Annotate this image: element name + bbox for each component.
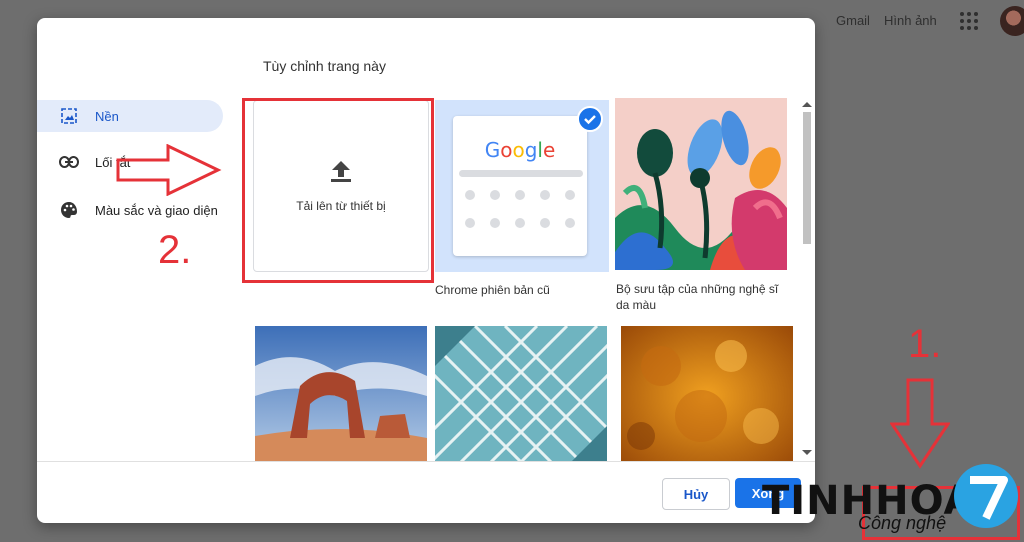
gmail-link[interactable]: Gmail [836,13,870,28]
footer-divider [37,461,815,462]
orange-texture-image [621,326,793,461]
artist-collection-tile[interactable] [615,98,787,270]
architecture-image [435,326,607,461]
artist-collection-caption-line1: Bộ sưu tập của những nghệ sĩ [616,282,779,296]
floral-artwork-image [615,98,787,270]
annotation-arrow-right-icon [116,144,222,196]
annotation-step-2: 2. [158,228,192,272]
wallpaper-icon [59,106,79,126]
shortcut-dots [465,190,577,228]
annotation-arrow-down-icon [890,378,950,469]
artist-collection-caption-line2: da màu [616,298,657,312]
dialog-title: Tùy chỉnh trang này [263,58,386,74]
texture-tile[interactable] [621,326,793,461]
sidebar-item-background[interactable]: Nền [37,100,223,132]
search-bar [459,170,583,177]
landscape-tile[interactable] [255,326,427,461]
link-icon [59,152,79,172]
cancel-button[interactable]: Hủy [662,478,730,510]
chrome-preview-card: Google [453,116,587,256]
scroll-up-icon[interactable] [802,102,812,107]
watermark-subtitle: Công nghệ [858,513,947,533]
images-link[interactable]: Hình ảnh [884,13,937,28]
avatar[interactable] [1000,6,1024,36]
selected-check-icon [577,106,603,132]
apps-grid-icon[interactable] [960,12,978,30]
architecture-tile[interactable] [435,326,607,461]
scroll-thumb[interactable] [803,112,811,244]
grid-scrollbar[interactable] [801,98,813,461]
annotation-highlight-upload [242,98,434,283]
arch-landscape-image [255,326,427,461]
google-logo-text: Google [484,138,556,162]
scroll-down-icon[interactable] [802,450,812,455]
palette-icon [59,200,79,220]
sidebar-item-label: Nền [95,108,119,124]
chrome-classic-caption: Chrome phiên bản cũ [435,283,550,297]
annotation-step-1: 1. [908,322,942,366]
watermark-logo-icon [954,464,1018,528]
sidebar-item-colors[interactable]: Màu sắc và giao diện [37,194,223,226]
chrome-classic-tile[interactable]: Google [435,100,609,272]
sidebar-item-label: Màu sắc và giao diện [95,202,218,218]
